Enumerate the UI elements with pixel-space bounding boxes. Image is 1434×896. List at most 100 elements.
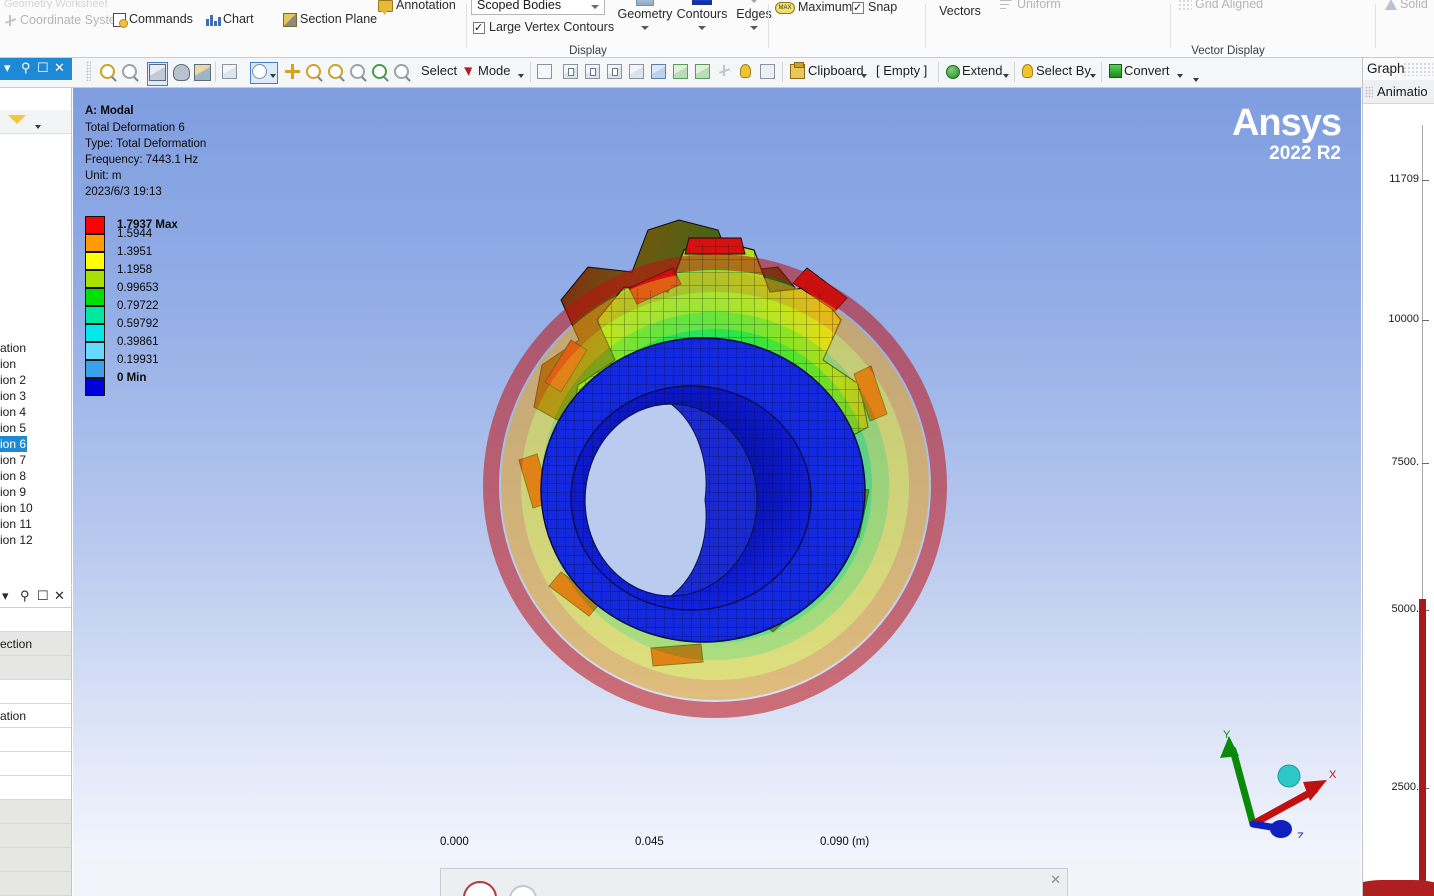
- details-row-3[interactable]: [0, 680, 71, 704]
- ribbon-item-commands[interactable]: Commands: [113, 11, 193, 28]
- box-zoom-button[interactable]: [328, 64, 343, 82]
- tree-item-6-selected[interactable]: ion 6: [0, 436, 27, 452]
- select-by-label[interactable]: Select By: [1036, 63, 1091, 78]
- geometry-button[interactable]: Geometry: [616, 0, 674, 30]
- extend-dropdown-arrow[interactable]: [1000, 68, 1009, 82]
- coordinate-triad[interactable]: Y X Z: [1211, 728, 1341, 838]
- rotate-button[interactable]: [250, 62, 278, 84]
- tree-window-maximize-button[interactable]: ☐: [37, 60, 49, 76]
- contours-button[interactable]: Contours: [674, 0, 730, 30]
- graph-frequency-bar[interactable]: [1419, 599, 1426, 896]
- details-row-11[interactable]: [0, 872, 71, 896]
- notification-bar[interactable]: ✕: [440, 868, 1068, 896]
- select-by-button[interactable]: [1022, 64, 1033, 81]
- zoom-to-fit-button[interactable]: [350, 64, 365, 82]
- mode-dropdown-arrow[interactable]: [515, 68, 524, 82]
- expand-all-icon[interactable]: [8, 115, 26, 124]
- details-row-4[interactable]: ation: [0, 704, 71, 728]
- graph-panel-grip[interactable]: [1403, 62, 1433, 76]
- zoom-in-button[interactable]: [100, 64, 115, 82]
- snap-checkbox[interactable]: [852, 0, 864, 16]
- details-row-9[interactable]: [0, 824, 71, 848]
- extend-button[interactable]: [946, 65, 960, 82]
- isometric-view-button[interactable]: [147, 62, 168, 86]
- graph-animation-tab[interactable]: Animatio: [1363, 80, 1434, 104]
- solid-button[interactable]: Solid: [1385, 0, 1428, 12]
- rotate-dropdown-arrow[interactable]: [270, 73, 276, 78]
- edges-dropdown-arrow[interactable]: [750, 26, 758, 30]
- contours-dropdown-arrow[interactable]: [698, 26, 706, 30]
- element-select-button[interactable]: [673, 64, 688, 82]
- details-row-8[interactable]: [0, 800, 71, 824]
- vectors-button[interactable]: Vectors: [932, 0, 988, 19]
- previous-view-button[interactable]: [394, 64, 409, 82]
- tree-item-7[interactable]: ion 7: [0, 452, 71, 468]
- tree-window-close-button[interactable]: ✕: [54, 60, 65, 76]
- snap-checkbox-row[interactable]: Snap: [852, 0, 897, 16]
- tree-item-3[interactable]: ion 3: [0, 388, 71, 404]
- tree-item-0[interactable]: ation: [0, 340, 71, 356]
- convert-label[interactable]: Convert: [1124, 63, 1170, 78]
- details-row-7[interactable]: [0, 776, 71, 800]
- details-window-maximize-button[interactable]: ☐: [37, 588, 49, 604]
- convert-dropdown-arrow[interactable]: [1174, 68, 1183, 82]
- mesh-display-button[interactable]: [222, 64, 237, 82]
- face-select-button[interactable]: [607, 64, 622, 82]
- details-row-0[interactable]: [0, 608, 71, 632]
- mode-label[interactable]: Mode: [478, 63, 511, 78]
- details-window-pin-button[interactable]: ⚲: [20, 588, 30, 604]
- clipboard-label[interactable]: Clipboard: [808, 63, 864, 78]
- select-label[interactable]: Select: [421, 63, 457, 78]
- clipboard-dropdown-arrow[interactable]: [858, 68, 867, 82]
- details-window-menu-button[interactable]: ▾: [2, 588, 9, 604]
- tree-item-1[interactable]: ion: [0, 356, 71, 372]
- details-row-2[interactable]: [0, 656, 71, 680]
- node-select-button[interactable]: [651, 64, 666, 82]
- element-face-select-button[interactable]: [695, 64, 710, 82]
- geometry-dropdown-arrow[interactable]: [641, 26, 649, 30]
- label-button[interactable]: [760, 64, 775, 82]
- uniform-button[interactable]: Uniform: [1000, 0, 1061, 12]
- large-vertex-contours-checkbox[interactable]: [473, 20, 485, 36]
- tree-window-menu-button[interactable]: ▾: [4, 60, 11, 76]
- zoom-tool-button[interactable]: [306, 64, 321, 82]
- gear-fea-model[interactable]: [403, 168, 1033, 818]
- 3d-viewport[interactable]: A: Modal Total Deformation 6 Type: Total…: [73, 88, 1361, 858]
- ribbon-item-section-plane[interactable]: Section Plane: [283, 11, 377, 27]
- tree-toolbar-dropdown[interactable]: [32, 119, 41, 133]
- maximum-button[interactable]: MAX Maximum: [775, 0, 852, 15]
- zoom-out-button[interactable]: [122, 64, 137, 82]
- tree-item-4[interactable]: ion 4: [0, 404, 71, 420]
- tree-item-12[interactable]: ion 12: [0, 532, 71, 548]
- wireframe-button[interactable]: [194, 64, 211, 84]
- shaded-view-button[interactable]: [173, 64, 190, 84]
- tree-item-8[interactable]: ion 8: [0, 468, 71, 484]
- scoped-bodies-dropdown[interactable]: Scoped Bodies: [471, 0, 605, 15]
- tree-item-5[interactable]: ion 5: [0, 420, 71, 436]
- toolbar-overflow-button[interactable]: [1190, 72, 1199, 86]
- tree-window-pin-button[interactable]: ⚲: [21, 60, 31, 76]
- mode-button[interactable]: [464, 63, 475, 78]
- vertex-select-button[interactable]: [563, 64, 578, 82]
- details-row-5[interactable]: [0, 728, 71, 752]
- toolbar-grip-1[interactable]: [86, 61, 91, 81]
- tree-item-9[interactable]: ion 9: [0, 484, 71, 500]
- grid-aligned-button[interactable]: Grid Aligned: [1178, 0, 1263, 12]
- details-row-6[interactable]: [0, 752, 71, 776]
- details-row-10[interactable]: [0, 848, 71, 872]
- convert-button[interactable]: [1109, 64, 1122, 81]
- pan-button[interactable]: [285, 64, 300, 82]
- extend-selection-button[interactable]: [537, 64, 552, 82]
- clipboard-button[interactable]: [790, 62, 805, 82]
- edges-button[interactable]: Edges: [730, 0, 778, 30]
- graph-plot-area[interactable]: 11709 10000 7500. 5000. 2500.: [1363, 105, 1434, 896]
- details-row-1[interactable]: ection: [0, 632, 71, 656]
- tree-item-11[interactable]: ion 11: [0, 516, 71, 532]
- magnifier-button[interactable]: [372, 64, 387, 82]
- body-select-button[interactable]: [629, 64, 644, 82]
- details-window-close-button[interactable]: ✕: [54, 588, 65, 604]
- animation-tab-grip[interactable]: [1365, 86, 1373, 98]
- edge-select-button[interactable]: [585, 64, 600, 82]
- tree-item-2[interactable]: ion 2: [0, 372, 71, 388]
- select-by-dropdown-arrow[interactable]: [1087, 68, 1096, 82]
